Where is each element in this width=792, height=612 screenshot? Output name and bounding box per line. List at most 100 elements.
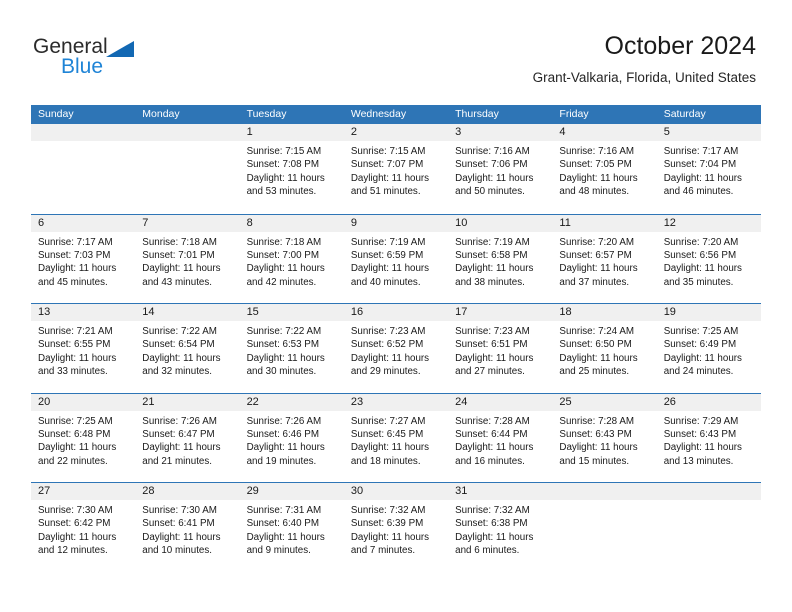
general-blue-logo: General Blue [33,36,213,86]
day-cell[interactable]: 10 Sunrise: 7:19 AM Sunset: 6:58 PM Dayligh… [448,214,553,303]
day-cell[interactable]: 14 Sunrise: 7:22 AM Sunset: 6:54 PM Dayligh… [135,304,240,393]
sunset-text: Sunset: 6:55 PM [38,339,111,351]
sunset-text: Sunset: 6:52 PM [350,339,424,351]
calendar-week-row: 13 Sunrise: 7:21 AM Sunset: 6:55 PM Dayligh… [31,303,761,393]
logo-text-blue: Blue [61,55,104,78]
sunrise-text: Sunrise: 7:19 AM [350,236,426,248]
day-sun-info: Sunrise: 7:28 AM Sunset: 6:44 PM Daylight:… [448,411,552,469]
sunrise-text: Sunrise: 7:32 AM [455,505,530,516]
day-cell[interactable]: 31 Sunrise: 7:32 AM Sunset: 6:38 PM Dayligh… [448,483,553,572]
day-number: 11 [552,214,657,232]
daylight-text: and 19 minutes. [246,455,317,467]
weekday-header-thursday: Thursday [455,108,499,120]
day-cell[interactable]: 2 Sunrise: 7:15 AM Sunset: 7:07 PM Daylight… [343,124,449,214]
day-sun-info: Sunrise: 7:25 AM Sunset: 6:49 PM Daylight:… [657,321,761,379]
sunset-text: Sunset: 6:54 PM [142,339,215,351]
sunset-text: Sunset: 6:39 PM [350,518,424,530]
sunset-text: Sunset: 6:59 PM [350,249,424,261]
sunrise-text: Sunrise: 7:20 AM [663,236,739,248]
daylight-text: Daylight: 11 hours [559,442,638,454]
sunset-text: Sunset: 7:06 PM [455,159,528,171]
sunset-text: Sunset: 6:48 PM [38,428,111,440]
sunrise-text: Sunrise: 7:21 AM [38,326,113,337]
daylight-text: Daylight: 11 hours [350,531,430,543]
sunset-text: Sunset: 7:04 PM [663,159,737,171]
day-cell[interactable]: 25 Sunrise: 7:28 AM Sunset: 6:43 PM Dayligh… [552,393,657,482]
day-cell[interactable]: 12 Sunrise: 7:20 AM Sunset: 6:56 PM Dayligh… [656,214,761,303]
sunset-text: Sunset: 6:44 PM [455,428,528,440]
daylight-text: Daylight: 11 hours [246,352,325,364]
day-cell[interactable]: 11 Sunrise: 7:20 AM Sunset: 6:57 PM Dayligh… [552,214,657,303]
sunset-text: Sunset: 6:50 PM [559,339,632,351]
daylight-text: Daylight: 11 hours [663,172,742,184]
day-cell[interactable]: 29 Sunrise: 7:31 AM Sunset: 6:40 PM Dayligh… [239,483,344,572]
daylight-text: and 42 minutes. [246,276,317,288]
day-cell[interactable]: 20 Sunrise: 7:25 AM Sunset: 6:48 PM Dayligh… [31,393,136,482]
day-cell[interactable]: 8 Sunrise: 7:18 AM Sunset: 7:00 PM Daylight… [239,214,344,303]
day-cell[interactable]: 15 Sunrise: 7:22 AM Sunset: 6:53 PM Dayligh… [239,304,344,393]
daylight-text: Daylight: 11 hours [455,531,534,543]
daylight-text: and 9 minutes. [246,545,311,557]
day-cell[interactable]: 24 Sunrise: 7:28 AM Sunset: 6:44 PM Dayligh… [448,393,553,482]
sunrise-text: Sunrise: 7:17 AM [38,236,113,248]
day-cell[interactable]: 17 Sunrise: 7:23 AM Sunset: 6:51 PM Dayligh… [448,304,553,393]
sunset-text: Sunset: 6:53 PM [246,339,319,351]
day-cell[interactable]: 27 Sunrise: 7:30 AM Sunset: 6:42 PM Dayligh… [31,483,136,572]
day-number: 10 [448,214,553,232]
day-cell[interactable]: 16 Sunrise: 7:23 AM Sunset: 6:52 PM Dayligh… [343,304,449,393]
day-number: 30 [343,483,449,500]
day-cell[interactable]: 21 Sunrise: 7:26 AM Sunset: 6:47 PM Dayligh… [135,393,240,482]
day-cell[interactable]: 7 Sunrise: 7:18 AM Sunset: 7:01 PM Daylight… [135,214,240,303]
sunrise-text: Sunrise: 7:27 AM [350,415,426,427]
daylight-text: Daylight: 11 hours [38,263,117,275]
day-number: 3 [448,124,553,141]
day-sun-info: Sunrise: 7:16 AM Sunset: 7:05 PM Daylight:… [552,141,656,199]
sunrise-text: Sunrise: 7:17 AM [663,146,739,157]
day-cell[interactable]: 1 Sunrise: 7:15 AM Sunset: 7:08 PM Daylight… [239,124,344,214]
daylight-text: Daylight: 11 hours [142,263,221,275]
day-cell[interactable]: 19 Sunrise: 7:25 AM Sunset: 6:49 PM Dayligh… [656,304,761,393]
day-cell[interactable]: 3 Sunrise: 7:16 AM Sunset: 7:06 PM Daylight… [448,124,553,214]
day-cell[interactable]: 6 Sunrise: 7:17 AM Sunset: 7:03 PM Daylight… [31,214,136,303]
day-cell[interactable]: 13 Sunrise: 7:21 AM Sunset: 6:55 PM Dayligh… [31,304,136,393]
day-sun-info: Sunrise: 7:15 AM Sunset: 7:08 PM Daylight:… [240,141,344,199]
day-cell[interactable]: 23 Sunrise: 7:27 AM Sunset: 6:45 PM Dayligh… [343,393,449,482]
day-number: 7 [135,214,240,232]
day-number: 31 [448,483,553,500]
day-sun-info: Sunrise: 7:22 AM Sunset: 6:53 PM Daylight:… [240,321,344,379]
daylight-text: and 53 minutes. [246,186,317,198]
calendar-week-row: 27 Sunrise: 7:30 AM Sunset: 6:42 PM Dayligh… [31,482,761,572]
page-header: General Blue October 2024 Grant-Valkaria… [0,0,792,100]
day-number: 29 [239,483,344,500]
day-sun-info: Sunrise: 7:19 AM Sunset: 6:58 PM Daylight:… [448,232,552,290]
day-sun-info: Sunrise: 7:29 AM Sunset: 6:43 PM Daylight:… [657,411,761,469]
day-cell[interactable]: 28 Sunrise: 7:30 AM Sunset: 6:41 PM Dayligh… [135,483,240,572]
sunrise-text: Sunrise: 7:23 AM [455,326,530,337]
daylight-text: and 18 minutes. [350,455,421,467]
day-cell-empty [656,483,761,572]
day-sun-info: Sunrise: 7:15 AM Sunset: 7:07 PM Daylight:… [344,141,448,199]
day-cell[interactable]: 22 Sunrise: 7:26 AM Sunset: 6:46 PM Dayligh… [239,393,344,482]
weekday-header-monday: Monday [142,108,180,120]
day-cell[interactable]: 4 Sunrise: 7:16 AM Sunset: 7:05 PM Daylight… [552,124,657,214]
day-number: 9 [343,214,449,232]
day-cell-empty [552,483,657,572]
day-sun-info: Sunrise: 7:30 AM Sunset: 6:42 PM Daylight:… [31,500,135,558]
daylight-text: and 35 minutes. [663,276,734,288]
sunset-text: Sunset: 7:08 PM [246,159,319,171]
day-cell[interactable]: 18 Sunrise: 7:24 AM Sunset: 6:50 PM Dayligh… [552,304,657,393]
daylight-text: Daylight: 11 hours [350,172,430,184]
daylight-text: and 29 minutes. [350,366,421,378]
day-cell[interactable]: 9 Sunrise: 7:19 AM Sunset: 6:59 PM Daylight… [343,214,449,303]
daylight-text: and 6 minutes. [455,545,520,557]
day-number [552,483,657,500]
day-number: 5 [656,124,761,141]
day-number [31,124,136,141]
day-number [656,483,761,500]
day-cell[interactable]: 26 Sunrise: 7:29 AM Sunset: 6:43 PM Dayligh… [656,393,761,482]
day-sun-info: Sunrise: 7:22 AM Sunset: 6:54 PM Daylight:… [135,321,239,379]
sunset-text: Sunset: 6:46 PM [246,428,319,440]
day-cell[interactable]: 5 Sunrise: 7:17 AM Sunset: 7:04 PM Daylight… [656,124,761,214]
day-sun-info: Sunrise: 7:16 AM Sunset: 7:06 PM Daylight:… [448,141,552,199]
day-cell[interactable]: 30 Sunrise: 7:32 AM Sunset: 6:39 PM Dayligh… [343,483,449,572]
